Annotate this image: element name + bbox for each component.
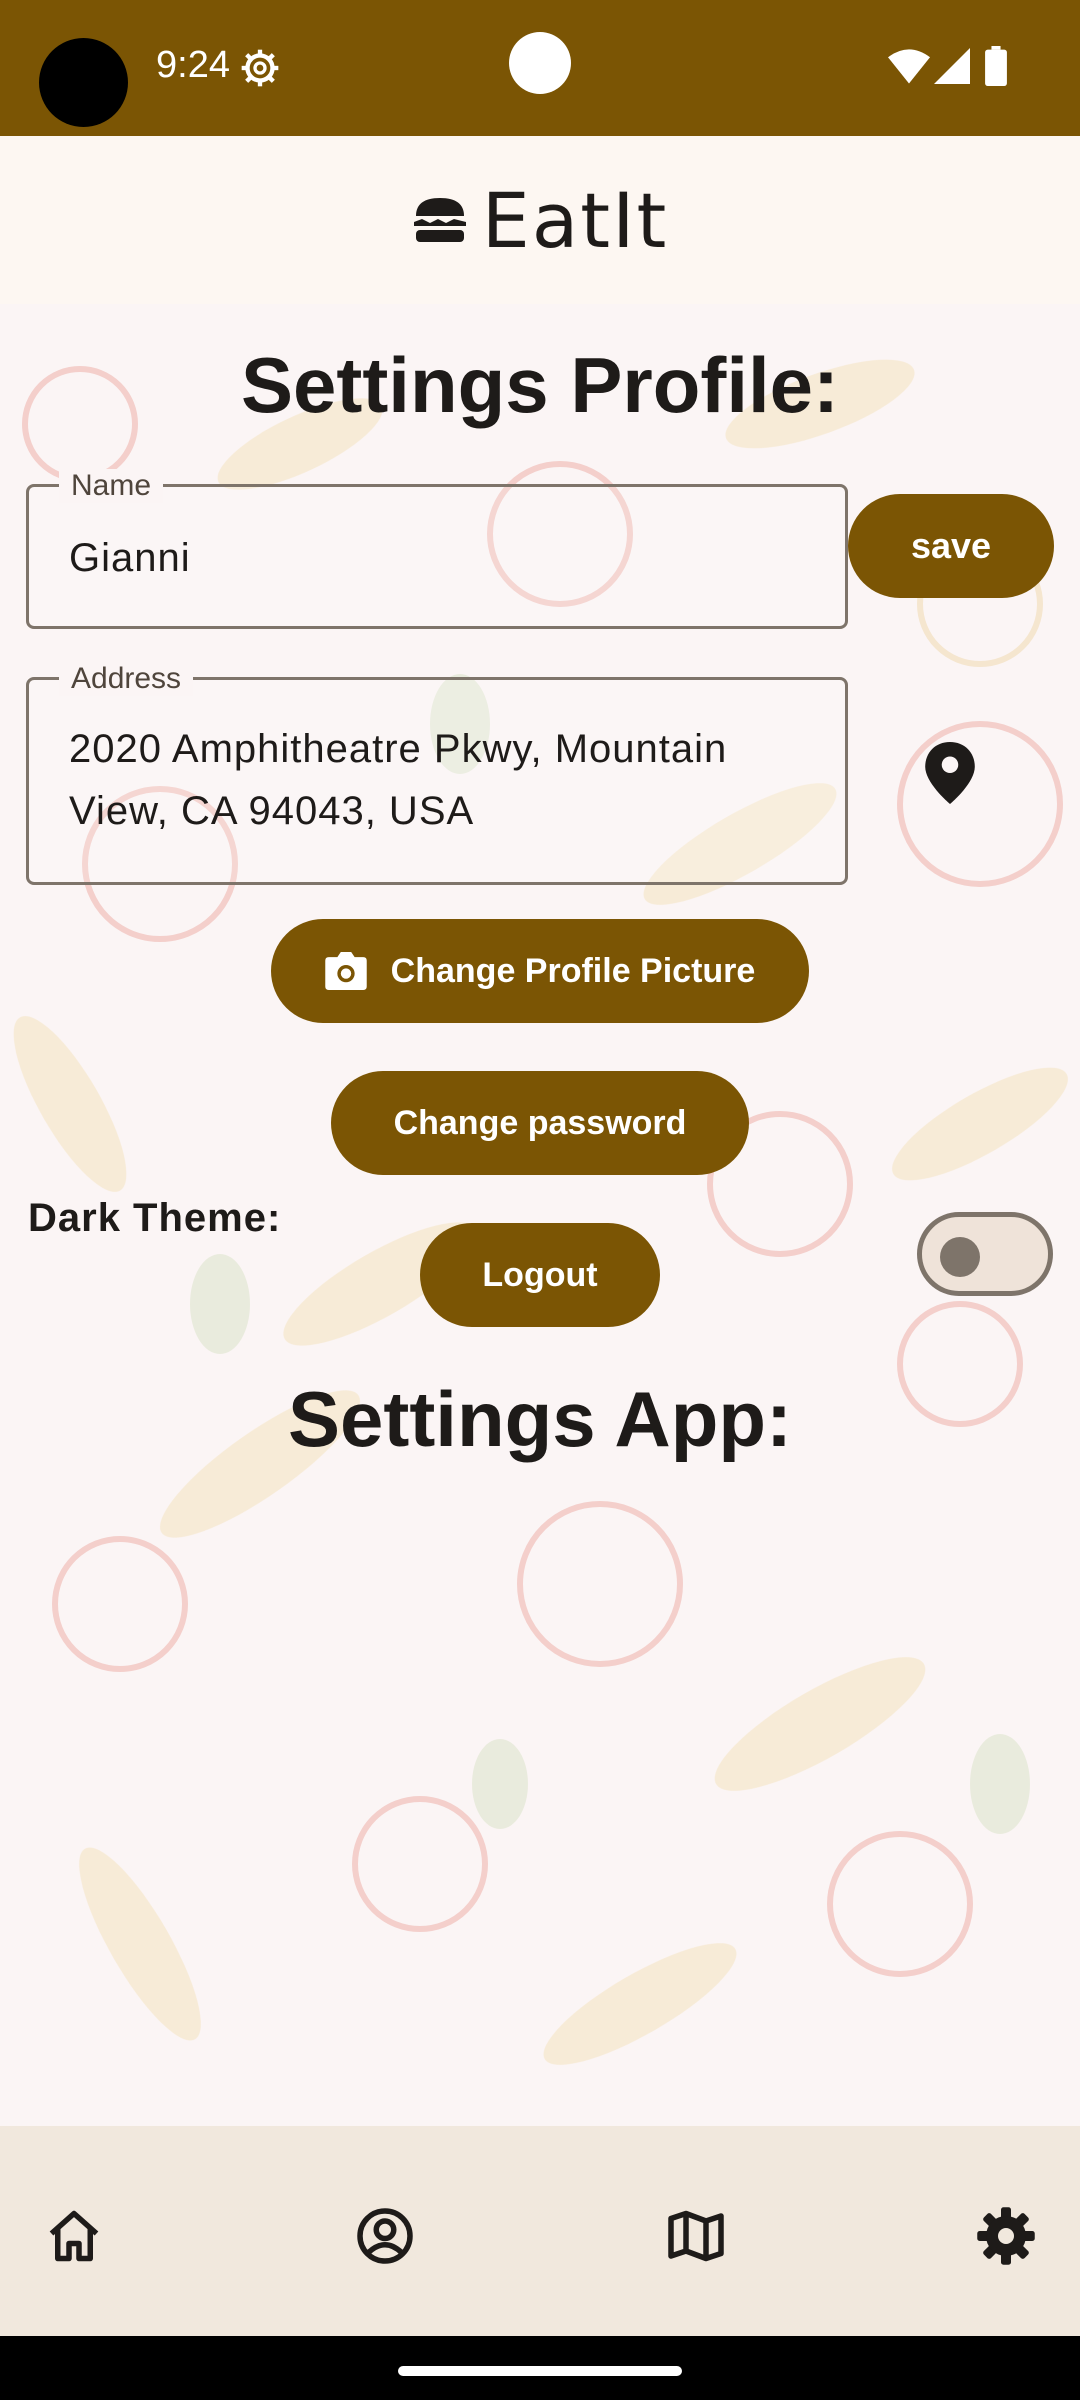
camera-icon xyxy=(324,952,367,990)
save-button[interactable]: save xyxy=(848,494,1054,598)
map-icon[interactable] xyxy=(666,2206,726,2266)
home-icon[interactable] xyxy=(44,2206,104,2266)
bottom-navigation xyxy=(0,2126,1080,2336)
battery-icon xyxy=(985,46,1007,86)
change-profile-picture-button[interactable]: Change Profile Picture xyxy=(271,919,809,1023)
dark-theme-label: Dark Theme: xyxy=(28,1196,282,1240)
status-time: 9:24 xyxy=(156,44,230,86)
profile-section-title: Settings Profile: xyxy=(240,341,840,429)
location-pin-icon[interactable] xyxy=(925,742,975,804)
change-password-button[interactable]: Change password xyxy=(331,1071,749,1175)
address-field-label: Address xyxy=(59,662,194,696)
toggle-knob xyxy=(940,1237,980,1277)
app-bar: EatIt xyxy=(0,136,1080,304)
front-camera xyxy=(509,32,571,94)
app-logo: EatIt xyxy=(412,176,669,265)
wifi-icon xyxy=(888,49,930,84)
status-bar: 9:24 xyxy=(0,0,1080,136)
settings-gear-icon xyxy=(241,49,279,87)
camera-cutout xyxy=(39,38,128,127)
address-line-2[interactable]: View, CA 94043, USA xyxy=(69,780,474,842)
profile-icon[interactable] xyxy=(355,2206,415,2266)
address-field[interactable]: Address 2020 Amphitheatre Pkwy, Mountain… xyxy=(26,662,848,885)
name-field-label: Name xyxy=(59,469,164,503)
name-field[interactable]: Name Gianni xyxy=(26,469,848,629)
logout-button[interactable]: Logout xyxy=(420,1223,660,1327)
app-settings-section-title: Settings App: xyxy=(287,1375,793,1463)
app-name: EatIt xyxy=(481,175,669,265)
change-profile-picture-label: Change Profile Picture xyxy=(390,951,756,990)
address-line-1[interactable]: 2020 Amphitheatre Pkwy, Mountain xyxy=(69,718,727,780)
settings-icon[interactable] xyxy=(976,2206,1036,2266)
home-gesture-handle[interactable] xyxy=(398,2366,682,2376)
burger-icon xyxy=(413,198,466,242)
name-field-value[interactable]: Gianni xyxy=(69,527,191,589)
signal-icon xyxy=(934,48,970,84)
dark-theme-toggle[interactable] xyxy=(917,1212,1053,1296)
